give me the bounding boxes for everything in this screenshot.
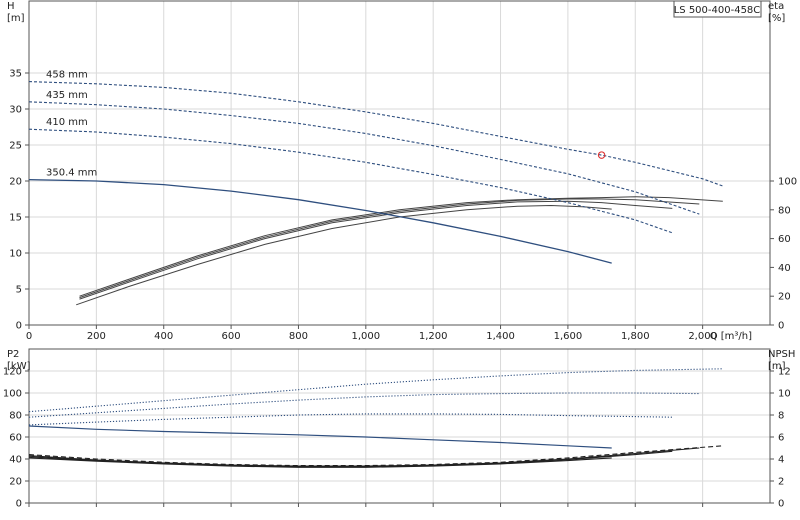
head-curve-label: 458 mm: [46, 70, 88, 81]
x-tick-label: 600: [222, 331, 241, 342]
bottom-left-axis-label: P2: [7, 349, 19, 360]
top-left-tick-label: 10: [9, 249, 22, 260]
x-tick-label: 400: [154, 331, 173, 342]
top-right-tick-label: 60: [778, 234, 791, 245]
top-right-tick-label: 80: [778, 205, 791, 216]
head-curve-label: 435 mm: [46, 90, 88, 101]
head-curve-label: 350.4 mm: [46, 168, 97, 179]
top-right-tick-label: 100: [778, 177, 797, 188]
top-left-axis-unit: [m]: [7, 13, 25, 24]
power-curve-1: [28, 392, 700, 418]
power-curve-0: [28, 368, 723, 413]
bottom-right-axis-unit: [m]: [768, 361, 786, 372]
x-tick-label: 200: [87, 331, 106, 342]
bottom-left-tick-label: 20: [9, 477, 22, 488]
bottom-left-axis-unit: [kW]: [7, 361, 31, 372]
bottom-left-tick-label: 0: [16, 499, 22, 510]
top-right-tick-label: 20: [778, 292, 791, 303]
top-left-tick-label: 15: [9, 213, 22, 224]
head-curve-3: [28, 178, 612, 264]
top-right-tick-label: 0: [778, 321, 784, 332]
bottom-left-tick-label: 100: [3, 389, 22, 400]
efficiency-curve-2: [79, 200, 673, 300]
x-tick-label: 800: [289, 331, 308, 342]
power-npsh-panel: 020406080100120024681012P2[kW]NPSH[m]: [3, 348, 795, 510]
bottom-left-tick-label: 80: [9, 411, 22, 422]
x-tick-label: 1,200: [419, 331, 448, 342]
x-axis-label: Q [m³/h]: [710, 331, 752, 342]
top-right-axis-label: eta: [768, 1, 784, 12]
head-curve-0: [28, 81, 723, 187]
top-right-axis-unit: [%]: [768, 13, 785, 24]
top-right-tick-label: 40: [778, 263, 791, 274]
bottom-frame: [28, 348, 771, 504]
x-tick-label: 1,400: [486, 331, 515, 342]
top-left-tick-label: 20: [9, 177, 22, 188]
top-left-tick-label: 30: [9, 105, 22, 116]
bottom-right-tick-label: 8: [778, 411, 784, 422]
head-efficiency-panel: 0 5 10 15 20 25 30 35 0 20 40 60 80 100 H[m] eta[%] 0 200…: [7, 0, 797, 342]
x-tick-label: 1,800: [621, 331, 650, 342]
bottom-left-tick-label: 40: [9, 455, 22, 466]
bottom-left-tick-label: 60: [9, 433, 22, 444]
efficiency-curve-3: [76, 204, 612, 306]
head-curve-label: 410 mm: [46, 117, 88, 128]
top-left-axis-label: H: [7, 1, 15, 12]
bottom-right-tick-label: 10: [778, 389, 791, 400]
pump-model-label: LS 500-400-458C: [674, 5, 761, 16]
x-tick-label: 0: [26, 331, 32, 342]
top-left-tick-label: 35: [9, 69, 22, 80]
power-curve-2: [28, 413, 673, 426]
top-left-tick-label: 5: [16, 285, 22, 296]
bottom-right-tick-label: 0: [778, 499, 784, 510]
bottom-right-tick-label: 4: [778, 455, 784, 466]
bottom-right-tick-label: 6: [778, 433, 784, 444]
top-left-tick-label: 25: [9, 141, 22, 152]
efficiency-curve-0: [79, 196, 723, 297]
bottom-right-tick-label: 2: [778, 477, 784, 488]
x-tick-label: 1,600: [554, 331, 583, 342]
pump-performance-chart: 05101520253035020406080100H[m]eta[%]0 200…: [3, 0, 797, 510]
top-left-tick-label: 0: [16, 321, 22, 332]
pump-model-box: LS 500-400-458C: [673, 0, 762, 18]
x-tick-label: 1,000: [351, 331, 380, 342]
bottom-right-axis-label: NPSH: [768, 349, 795, 360]
